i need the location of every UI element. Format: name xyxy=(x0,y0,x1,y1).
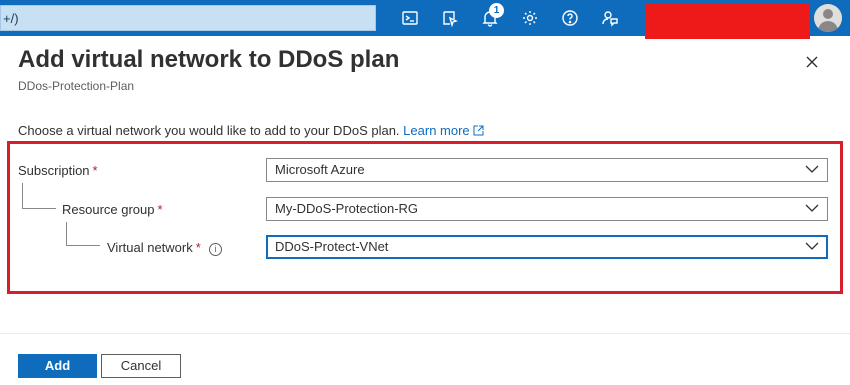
intro-text: Choose a virtual network you would like … xyxy=(18,123,484,138)
info-icon[interactable]: i xyxy=(208,243,222,256)
resource-group-select[interactable]: My-DDoS-Protection-RG xyxy=(266,197,828,221)
close-button[interactable] xyxy=(801,51,823,73)
cloud-shell-icon[interactable] xyxy=(400,8,420,28)
learn-more-link[interactable]: Learn more xyxy=(403,123,484,138)
avatar-body xyxy=(818,21,838,32)
page-subtitle: DDos-Protection-Plan xyxy=(18,79,135,93)
page-title: Add virtual network to DDoS plan xyxy=(18,46,400,73)
gear-icon[interactable] xyxy=(520,8,540,28)
top-bar: +/) 1 xyxy=(0,0,850,39)
cancel-button[interactable]: Cancel xyxy=(101,354,181,378)
virtual-network-label: Virtual network * i xyxy=(107,240,222,256)
chevron-down-icon xyxy=(805,165,819,173)
chevron-down-icon xyxy=(805,204,819,212)
external-link-icon xyxy=(473,125,484,136)
footer-divider xyxy=(0,333,850,334)
resource-group-label: Resource group * xyxy=(62,202,163,217)
tree-connector xyxy=(66,222,100,246)
close-icon xyxy=(806,56,818,68)
add-button[interactable]: Add xyxy=(18,354,97,378)
virtual-network-select[interactable]: DDoS-Protect-VNet xyxy=(266,235,828,259)
subscription-label: Subscription * xyxy=(18,163,98,178)
search-input[interactable]: +/) xyxy=(0,5,376,31)
intro-sentence: Choose a virtual network you would like … xyxy=(18,123,400,138)
avatar[interactable] xyxy=(814,4,842,32)
help-icon[interactable] xyxy=(560,8,580,28)
feedback-icon[interactable] xyxy=(600,8,620,28)
avatar-head xyxy=(823,9,833,19)
subscription-select[interactable]: Microsoft Azure xyxy=(266,158,828,182)
directory-filter-icon[interactable] xyxy=(440,8,460,28)
redacted-account-name xyxy=(645,4,810,39)
tree-connector xyxy=(22,183,56,209)
chevron-down-icon xyxy=(805,242,819,250)
notification-count-badge: 1 xyxy=(489,3,504,18)
